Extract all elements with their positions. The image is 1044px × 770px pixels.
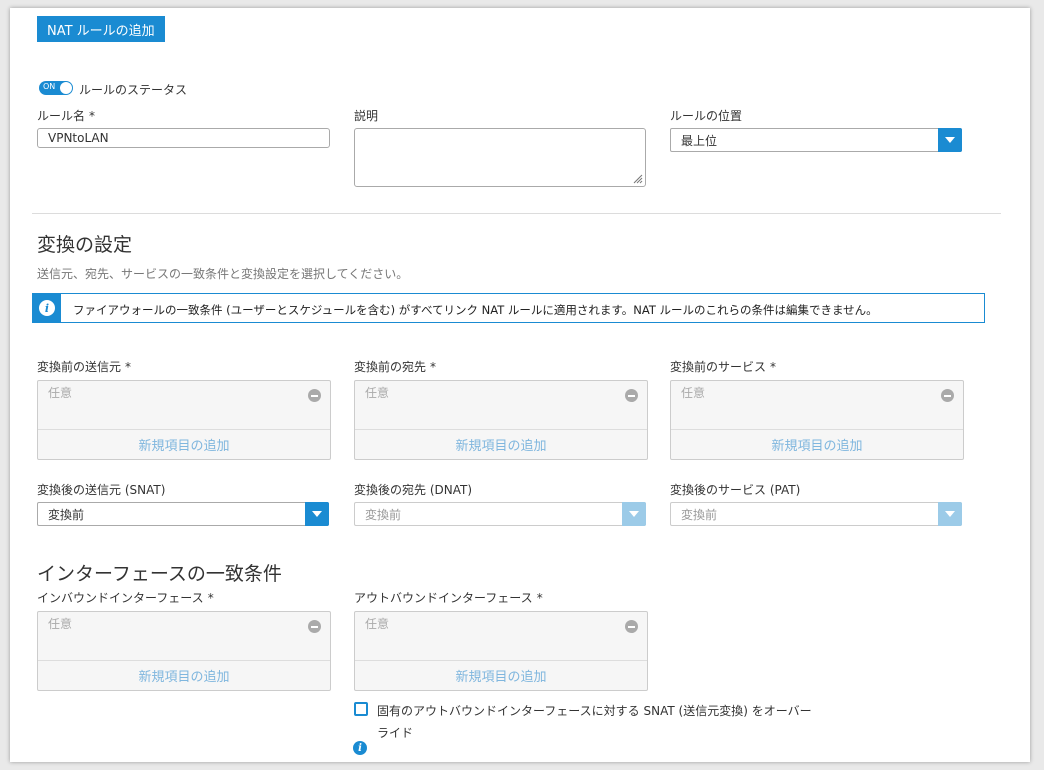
chevron-down-icon[interactable] xyxy=(938,128,962,152)
list-item: 任意 xyxy=(671,381,963,430)
required-marker: * xyxy=(770,360,777,374)
rule-position-value: 最上位 xyxy=(681,133,718,148)
list-item: 任意 xyxy=(355,381,647,430)
chevron-down-icon xyxy=(622,502,646,526)
rule-name-label-text: ルール名 xyxy=(37,109,86,123)
any-placeholder: 任意 xyxy=(48,617,73,631)
outbound-interface-label: アウトバウンドインターフェース * xyxy=(354,589,543,606)
interface-matching-title: インターフェースの一致条件 xyxy=(37,563,282,585)
list-item: 任意 xyxy=(38,612,330,661)
inbound-interface-list: 任意 新規項目の追加 xyxy=(37,611,331,691)
original-service-label: 変換前のサービス * xyxy=(670,358,776,375)
required-marker: * xyxy=(125,360,132,374)
original-destination-label: 変換前の宛先 * xyxy=(354,358,436,375)
add-new-item-link[interactable]: 新規項目の追加 xyxy=(671,429,963,459)
description-textarea[interactable] xyxy=(354,128,646,187)
any-placeholder: 任意 xyxy=(681,386,706,400)
remove-icon[interactable] xyxy=(308,389,321,402)
toggle-on-text: ON xyxy=(43,82,56,91)
override-snat-label[interactable]: 固有のアウトバウンドインターフェースに対する SNAT (送信元変換) をオーバ… xyxy=(377,700,817,744)
original-destination-list: 任意 新規項目の追加 xyxy=(354,380,648,460)
rule-position-select[interactable]: 最上位 xyxy=(670,128,962,152)
translated-source-select[interactable]: 変換前 xyxy=(37,502,329,526)
section-divider xyxy=(32,213,1001,214)
list-item: 任意 xyxy=(38,381,330,430)
rule-status-toggle[interactable]: ON xyxy=(39,81,73,95)
info-box: i ファイアウォールの一致条件 (ユーザーとスケジュールを含む) がすべてリンク… xyxy=(32,293,985,323)
translated-source-value: 変換前 xyxy=(48,507,85,522)
add-new-item-link[interactable]: 新規項目の追加 xyxy=(355,660,647,690)
translated-service-value: 変換前 xyxy=(681,507,718,522)
original-source-label: 変換前の送信元 * xyxy=(37,358,131,375)
add-new-item-link[interactable]: 新規項目の追加 xyxy=(355,429,647,459)
remove-icon[interactable] xyxy=(625,620,638,633)
original-source-label-text: 変換前の送信元 xyxy=(37,360,122,374)
inbound-interface-label-text: インバウンドインターフェース xyxy=(37,591,204,605)
original-service-list: 任意 新規項目の追加 xyxy=(670,380,964,460)
rule-name-label: ルール名 * xyxy=(37,107,95,124)
list-item: 任意 xyxy=(355,612,647,661)
original-source-list: 任意 新規項目の追加 xyxy=(37,380,331,460)
add-new-item-link[interactable]: 新規項目の追加 xyxy=(38,660,330,690)
translation-settings-subtitle: 送信元、宛先、サービスの一致条件と変換設定を選択してください。 xyxy=(37,267,409,281)
translated-destination-label: 変換後の宛先 (DNAT) xyxy=(354,483,473,497)
translated-service-label: 変換後のサービス (PAT) xyxy=(670,483,801,497)
required-marker: * xyxy=(536,591,543,605)
info-icon-cell: i xyxy=(33,294,61,322)
rule-status-label: ルールのステータス xyxy=(79,83,188,97)
required-marker: * xyxy=(207,591,214,605)
chevron-down-icon[interactable] xyxy=(305,502,329,526)
resize-handle-icon[interactable] xyxy=(633,174,643,184)
any-placeholder: 任意 xyxy=(48,386,73,400)
info-message: ファイアウォールの一致条件 (ユーザーとスケジュールを含む) がすべてリンク N… xyxy=(73,303,878,317)
required-marker: * xyxy=(430,360,437,374)
translated-destination-value: 変換前 xyxy=(365,507,402,522)
remove-icon[interactable] xyxy=(308,620,321,633)
info-icon: i xyxy=(39,300,55,316)
rule-name-input[interactable]: VPNtoLAN xyxy=(37,128,330,148)
remove-icon[interactable] xyxy=(625,389,638,402)
rule-name-value: VPNtoLAN xyxy=(48,131,109,145)
translated-destination-select: 変換前 xyxy=(354,502,646,526)
description-label: 説明 xyxy=(354,109,379,123)
original-service-label-text: 変換前のサービス xyxy=(670,360,767,374)
rule-position-label: ルールの位置 xyxy=(670,109,743,123)
any-placeholder: 任意 xyxy=(365,617,390,631)
original-destination-label-text: 変換前の宛先 xyxy=(354,360,427,374)
nat-rule-panel: NAT ルールの追加 ON ルールのステータス ルール名 * VPNtoLAN 説… xyxy=(10,8,1030,762)
translated-service-select: 変換前 xyxy=(670,502,962,526)
info-icon[interactable]: i xyxy=(353,741,367,755)
translation-settings-title: 変換の設定 xyxy=(37,234,133,256)
chevron-down-icon xyxy=(938,502,962,526)
outbound-interface-label-text: アウトバウンドインターフェース xyxy=(354,591,533,605)
any-placeholder: 任意 xyxy=(365,386,390,400)
required-marker: * xyxy=(89,109,96,123)
translated-source-label: 変換後の送信元 (SNAT) xyxy=(37,483,166,497)
toggle-knob xyxy=(60,82,72,94)
outbound-interface-list: 任意 新規項目の追加 xyxy=(354,611,648,691)
inbound-interface-label: インバウンドインターフェース * xyxy=(37,589,214,606)
add-new-item-link[interactable]: 新規項目の追加 xyxy=(38,429,330,459)
add-nat-rule-button[interactable]: NAT ルールの追加 xyxy=(37,16,165,42)
remove-icon[interactable] xyxy=(941,389,954,402)
override-snat-checkbox[interactable] xyxy=(354,702,368,716)
